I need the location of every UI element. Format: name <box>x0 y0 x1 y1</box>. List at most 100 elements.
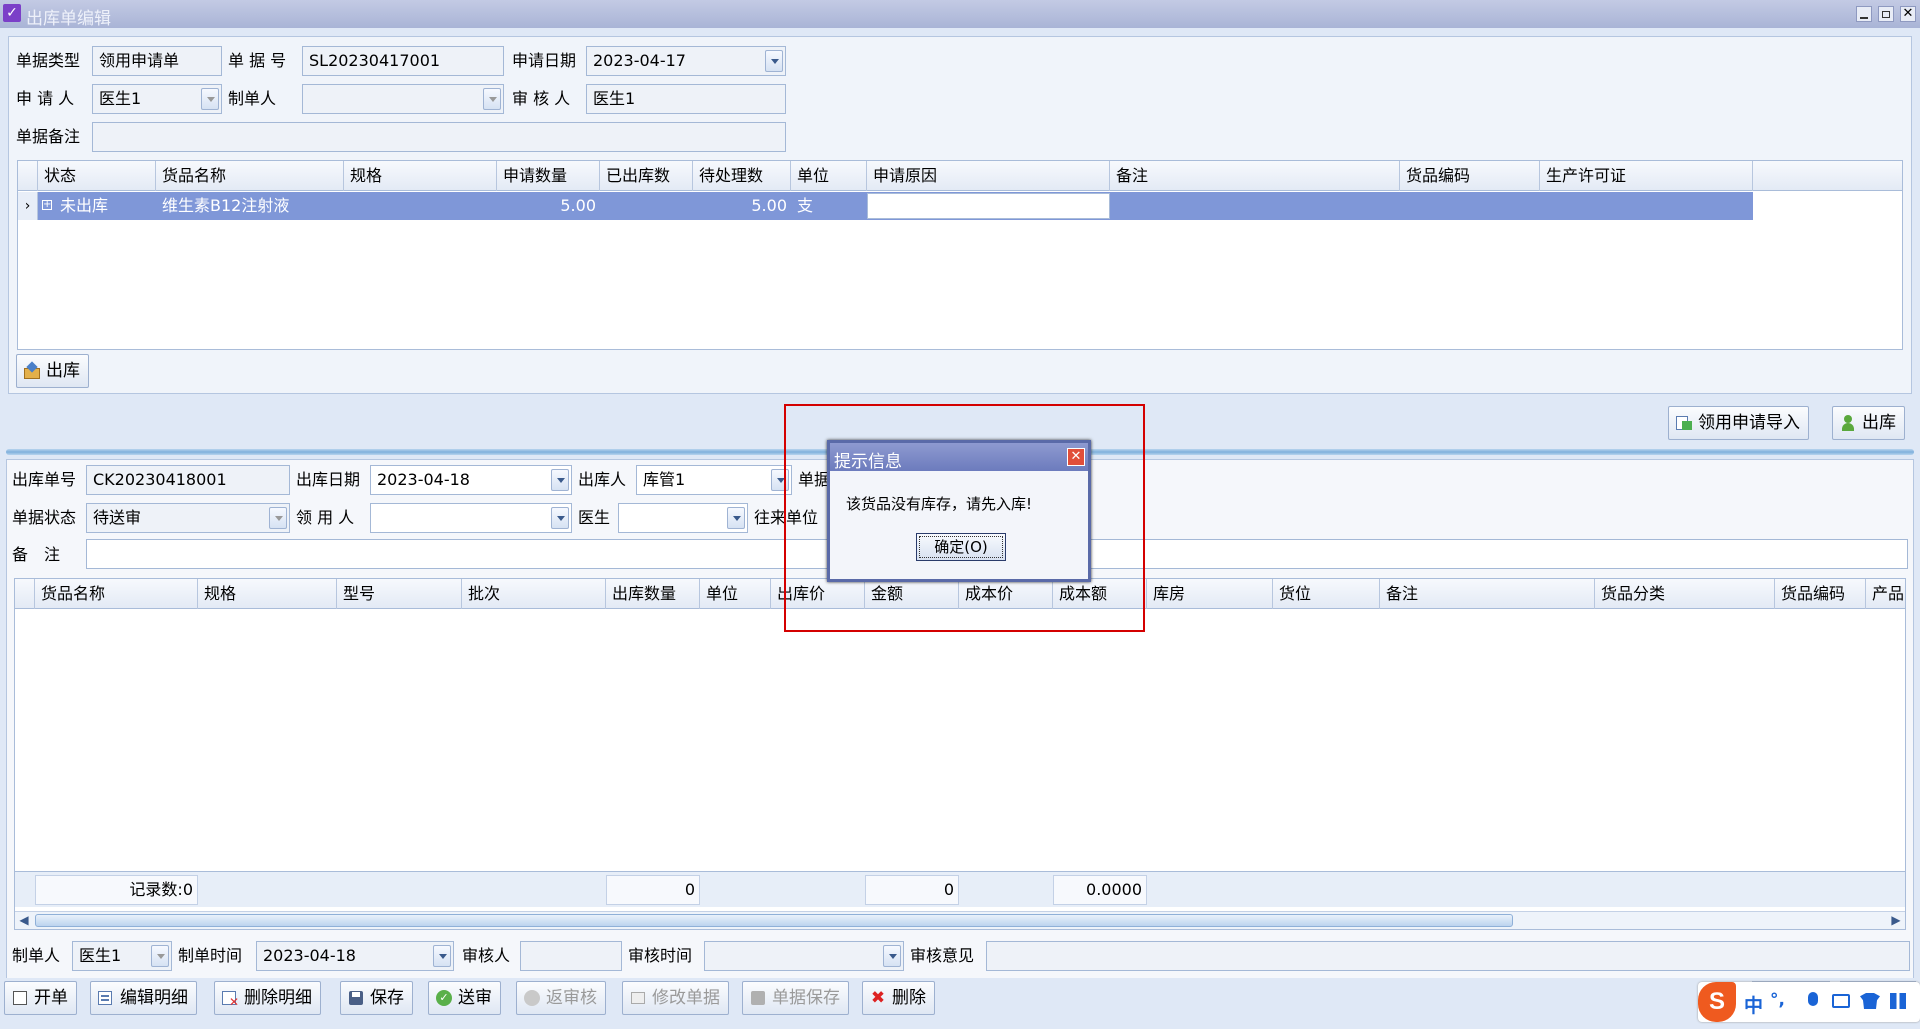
col-license[interactable]: 生产许可证 <box>1540 161 1753 191</box>
keyboard-icon[interactable] <box>1832 994 1850 1008</box>
restore-button[interactable] <box>1878 6 1894 22</box>
chevron-down-icon[interactable] <box>765 50 783 72</box>
save-disk-icon <box>749 989 767 1007</box>
review-opinion-label: 审核意见 <box>910 946 975 965</box>
footer-maker-select[interactable]: 医生1 <box>72 941 172 971</box>
review-time-field[interactable] <box>704 941 904 971</box>
footer-reviewer-label: 审核人 <box>462 946 511 965</box>
scroll-right-icon[interactable]: ▶ <box>1887 912 1905 929</box>
cell-reason-editor[interactable] <box>867 193 1110 219</box>
import-icon <box>1675 414 1693 432</box>
import-requisition-button[interactable]: 领用申请导入 <box>1668 406 1809 440</box>
modify-doc-button[interactable]: 修改单据 <box>622 981 729 1015</box>
doc-no-label: 单 据 号 <box>228 51 287 70</box>
app-check-icon: ✓ <box>3 4 21 22</box>
table-row[interactable]: › + 未出库 维生素B12注射液 5.00 5.00 支 <box>18 192 1755 220</box>
out-person-select[interactable]: 库管1 <box>636 465 792 495</box>
chevron-down-icon[interactable] <box>151 945 169 967</box>
scroll-left-icon[interactable]: ◀ <box>15 912 33 929</box>
chevron-down-icon[interactable] <box>727 507 745 529</box>
chevron-down-icon[interactable] <box>551 469 569 491</box>
grid-menu-icon[interactable] <box>1890 993 1906 1009</box>
applicant-select[interactable]: 医生1 <box>92 84 222 114</box>
col-batch[interactable]: 批次 <box>462 579 606 609</box>
edit-detail-button[interactable]: 编辑明细 <box>90 981 197 1015</box>
doc-status-select[interactable]: 待送审 <box>86 503 290 533</box>
microphone-icon[interactable] <box>1808 992 1818 1006</box>
title-bar: ✓ 出库单编辑 ✕ <box>0 0 1920 29</box>
col-status[interactable]: 状态 <box>38 161 156 191</box>
chevron-down-icon[interactable] <box>483 88 501 110</box>
col-pending-qty[interactable]: 待处理数 <box>693 161 791 191</box>
save-button[interactable]: 保存 <box>340 981 413 1015</box>
doc-no-field: SL20230417001 <box>302 46 504 76</box>
delete-detail-button[interactable]: ✕ 删除明细 <box>214 981 321 1015</box>
submit-button[interactable]: ✓ 送审 <box>428 981 501 1015</box>
col-unit[interactable]: 单位 <box>791 161 867 191</box>
dialog-title: 提示信息 <box>834 452 902 472</box>
maker-select[interactable] <box>302 84 504 114</box>
qty-total: 0 <box>606 875 700 905</box>
ime-toolbar[interactable]: S 中 °, <box>1698 982 1920 1022</box>
horizontal-scrollbar[interactable]: ◀ ▶ <box>15 911 1905 929</box>
amount-total: 0 <box>865 875 959 905</box>
chevron-down-icon[interactable] <box>433 945 451 967</box>
col-remark[interactable]: 备注 <box>1380 579 1595 609</box>
top-out-button[interactable]: 出库 <box>16 354 89 388</box>
check-circle-icon: ✓ <box>435 989 453 1007</box>
close-window-button[interactable]: ✕ <box>1900 6 1916 22</box>
expand-icon[interactable]: + <box>42 200 52 210</box>
delete-list-icon: ✕ <box>221 989 239 1008</box>
dialog-message: 该货品没有库存，请先入库! <box>846 495 1033 513</box>
unreview-button[interactable]: 返审核 <box>516 981 606 1015</box>
out-person-label: 出库人 <box>578 470 627 489</box>
out-date-label: 出库日期 <box>296 470 361 489</box>
skin-shirt-icon[interactable] <box>1860 993 1880 1009</box>
delete-button[interactable]: ✖ 删除 <box>862 981 935 1015</box>
chevron-down-icon[interactable] <box>201 88 219 110</box>
col-out-qty[interactable]: 出库数量 <box>606 579 700 609</box>
edit-doc-icon <box>629 989 647 1007</box>
make-time-field[interactable]: 2023-04-18 <box>256 941 454 971</box>
review-time-label: 审核时间 <box>628 946 693 965</box>
dialog-ok-button[interactable]: 确定(O) <box>916 533 1006 561</box>
apply-date-field[interactable]: 2023-04-17 <box>586 46 786 76</box>
col-product[interactable]: 产品 <box>1866 579 1905 609</box>
receiver-select[interactable] <box>370 503 572 533</box>
chevron-down-icon[interactable] <box>883 945 901 967</box>
col-out-qty[interactable]: 已出库数 <box>600 161 693 191</box>
col-unit[interactable]: 单位 <box>700 579 771 609</box>
col-location[interactable]: 货位 <box>1273 579 1380 609</box>
col-remark[interactable]: 备注 <box>1110 161 1400 191</box>
doc-save-button[interactable]: 单据保存 <box>742 981 849 1015</box>
col-spec[interactable]: 规格 <box>344 161 497 191</box>
col-category[interactable]: 货品分类 <box>1595 579 1775 609</box>
doc-remark-label: 单据备注 <box>16 127 81 146</box>
col-goods-code[interactable]: 货品编码 <box>1775 579 1866 609</box>
cell-apply-qty: 5.00 <box>560 196 596 215</box>
col-reason[interactable]: 申请原因 <box>867 161 1110 191</box>
chevron-down-icon[interactable] <box>551 507 569 529</box>
out-button[interactable]: 出库 <box>1832 406 1905 440</box>
col-goods-name[interactable]: 货品名称 <box>35 579 198 609</box>
chevron-down-icon[interactable] <box>269 507 287 529</box>
out-no-label: 出库单号 <box>12 470 77 489</box>
col-warehouse[interactable]: 库房 <box>1147 579 1273 609</box>
minimize-button[interactable] <box>1856 6 1872 22</box>
open-button[interactable]: 开单 <box>4 981 77 1015</box>
outbound-icon <box>23 361 41 380</box>
doctor-select[interactable] <box>618 503 748 533</box>
doc-remark-field <box>92 122 786 152</box>
out-date-field[interactable]: 2023-04-18 <box>370 465 572 495</box>
scroll-thumb[interactable] <box>35 914 1513 927</box>
dialog-close-button[interactable]: ✕ <box>1067 448 1085 466</box>
col-name[interactable]: 货品名称 <box>156 161 344 191</box>
col-spec[interactable]: 规格 <box>198 579 337 609</box>
person-out-icon <box>1839 414 1857 432</box>
col-model[interactable]: 型号 <box>337 579 462 609</box>
cell-name: 维生素B12注射液 <box>162 196 290 215</box>
col-apply-qty[interactable]: 申请数量 <box>497 161 600 191</box>
ime-punct[interactable]: °, <box>1770 990 1785 1010</box>
ime-mode[interactable]: 中 <box>1744 991 1763 1018</box>
col-code[interactable]: 货品编码 <box>1400 161 1540 191</box>
